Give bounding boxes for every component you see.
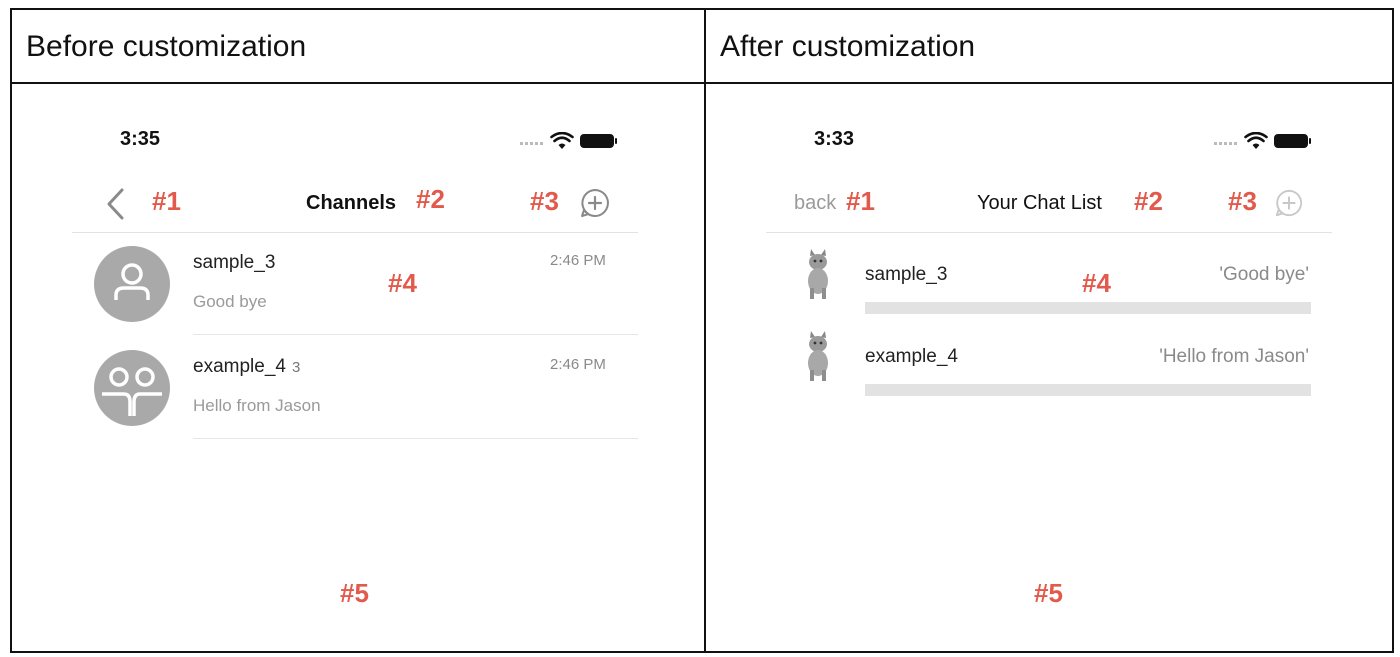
marker-1: #1 bbox=[846, 186, 875, 216]
chevron-left-icon[interactable] bbox=[104, 188, 126, 220]
battery-icon bbox=[1274, 134, 1311, 148]
marker-5: #5 bbox=[340, 578, 369, 608]
row-separator bbox=[193, 334, 638, 335]
nav-title: Channels bbox=[306, 192, 397, 214]
channel-name[interactable]: example_4 3 bbox=[193, 356, 300, 378]
plus-circle-icon[interactable] bbox=[579, 187, 611, 219]
row-separator bbox=[193, 438, 638, 439]
avatar bbox=[94, 246, 170, 322]
member-count: 3 bbox=[291, 359, 301, 376]
row-separator bbox=[865, 302, 1311, 314]
phone-screen-before: 3:35 #1 Channels #2 #3 sample_3 2:46 PM … bbox=[12, 84, 704, 651]
panel-title-after: After customization bbox=[720, 30, 976, 63]
marker-3: #3 bbox=[530, 186, 559, 216]
signal-icon bbox=[520, 142, 544, 145]
nav-divider bbox=[72, 232, 638, 233]
battery-icon bbox=[580, 134, 617, 148]
channel-time: 2:46 PM bbox=[550, 356, 606, 373]
wifi-icon bbox=[1244, 132, 1268, 149]
status-icons bbox=[1214, 132, 1314, 150]
channel-name[interactable]: example_4 bbox=[865, 346, 958, 368]
marker-3: #3 bbox=[1228, 186, 1257, 216]
avatar bbox=[94, 350, 170, 426]
wifi-icon bbox=[550, 132, 574, 149]
marker-5: #5 bbox=[1034, 578, 1063, 608]
status-time: 3:35 bbox=[120, 128, 161, 150]
plus-circle-icon[interactable] bbox=[1274, 188, 1304, 218]
marker-4: #4 bbox=[1082, 268, 1111, 298]
panel-title-before: Before customization bbox=[26, 30, 307, 63]
channel-name[interactable]: sample_3 bbox=[865, 264, 947, 286]
marker-4: #4 bbox=[388, 268, 417, 298]
channel-name[interactable]: sample_3 bbox=[193, 252, 275, 274]
marker-1: #1 bbox=[152, 186, 181, 216]
back-button[interactable]: back bbox=[794, 192, 836, 215]
user-icon bbox=[114, 263, 150, 300]
channel-last-message: 'Hello from Jason' bbox=[1159, 346, 1309, 367]
status-icons bbox=[520, 132, 620, 150]
nav-divider bbox=[766, 232, 1332, 233]
channel-time: 2:46 PM bbox=[550, 252, 606, 269]
cat-avatar-icon bbox=[808, 249, 828, 299]
phone-screen-after: 3:33 back #1 Your Chat List #2 #3 sample… bbox=[706, 84, 1398, 651]
channel-last-message: Hello from Jason bbox=[193, 396, 321, 415]
marker-2: #2 bbox=[1134, 186, 1163, 216]
cat-avatar-icon bbox=[808, 331, 828, 381]
signal-icon bbox=[1214, 142, 1238, 145]
group-avatar-icon bbox=[102, 367, 162, 416]
channel-last-message: Good bye bbox=[193, 292, 267, 311]
marker-2: #2 bbox=[416, 184, 445, 214]
channel-last-message: 'Good bye' bbox=[1219, 264, 1309, 285]
channel-name-text: example_4 bbox=[193, 356, 286, 377]
status-time: 3:33 bbox=[814, 128, 855, 150]
nav-title: Your Chat List bbox=[977, 192, 1102, 214]
row-separator bbox=[865, 384, 1311, 396]
